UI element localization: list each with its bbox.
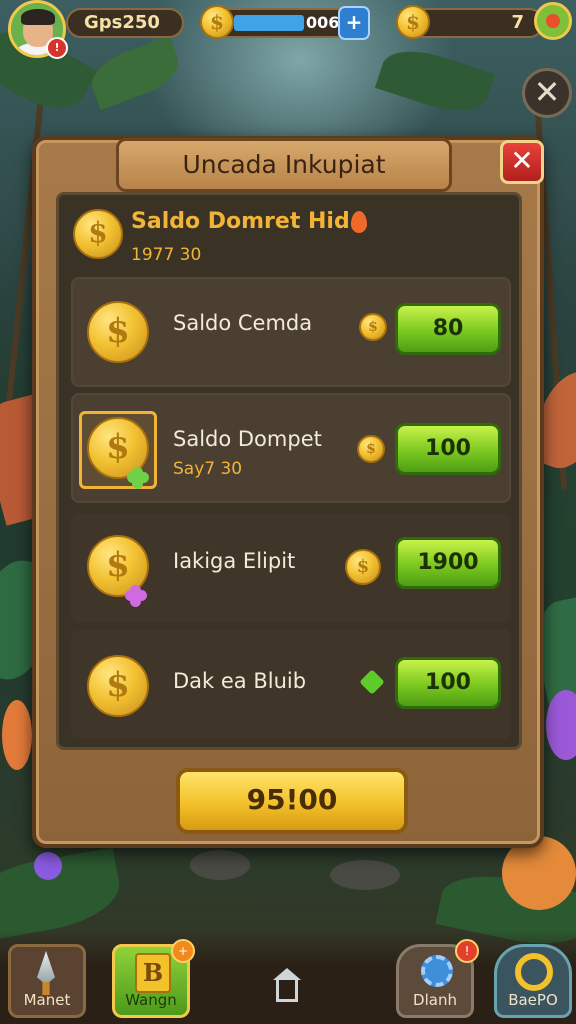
dialog-content: $ Saldo Domret Hid 1977 30 $ Saldo Cemda… [56, 192, 522, 750]
clover-icon [127, 467, 149, 489]
flower [2, 700, 32, 770]
balance-subtitle: 1977 30 [131, 245, 202, 265]
coin-icon: $ [200, 5, 234, 39]
nav-label: Dlanh [413, 991, 457, 1009]
dagger-icon [37, 951, 55, 995]
nav-item-dlanh[interactable]: ! Dlanh [396, 939, 479, 1018]
coin-icon: $ [359, 313, 387, 341]
coins-counter: Gps250 [66, 8, 184, 38]
flower-icon [125, 585, 147, 607]
nav-item-wangn[interactable]: B + Wangn [112, 939, 195, 1018]
nav-notification-badge: + [171, 939, 195, 963]
coins-value: Gps250 [84, 12, 160, 33]
balance-title: Saldo Domret Hid [131, 209, 350, 234]
dialog-title: Uncada Inkupiat [116, 138, 452, 192]
purchase-dialog: Uncada Inkupiat ✕ $ Saldo Domret Hid 197… [32, 136, 544, 848]
shop-row-selected[interactable]: $ Saldo Dompet Say7 30 $ 100 [71, 393, 511, 503]
ring-icon [515, 953, 553, 991]
flame-icon [351, 211, 367, 233]
row-label: Saldo Dompet [173, 427, 322, 451]
coin-icon: $ [357, 435, 385, 463]
avatar-notification-badge: ! [46, 37, 68, 59]
shop-row[interactable]: $ Dak ea Bluib 100 [71, 629, 511, 739]
coin-icon: $ [87, 655, 149, 717]
confirm-purchase-button[interactable]: 95!00 [176, 768, 408, 834]
rock [330, 860, 400, 890]
nav-item-manet[interactable]: Manet [8, 944, 86, 1018]
cog-icon [421, 955, 453, 987]
shop-row[interactable]: $ Saldo Cemda $ 80 [71, 277, 511, 387]
energy-counter: 006 + [214, 6, 370, 40]
dialog-close-button[interactable]: ✕ [500, 140, 544, 184]
row-label: Iakiga Elipit [173, 549, 296, 573]
nav-item-home[interactable] [248, 968, 328, 1016]
coin-icon: $ [396, 5, 430, 39]
top-hud: ! Gps250 006 + $ 7 $ [0, 0, 576, 59]
buy-button[interactable]: 1900 [395, 537, 501, 589]
buy-button[interactable]: 100 [395, 657, 501, 709]
home-icon [273, 968, 301, 1002]
close-icon[interactable]: ✕ [522, 68, 572, 118]
book-icon: B [135, 953, 171, 993]
shop-row[interactable]: $ Iakiga Elipit $ 1900 [71, 513, 511, 623]
nav-notification-badge: ! [455, 939, 479, 963]
flower [34, 852, 62, 880]
row-label: Dak ea Bluib [173, 669, 307, 693]
gem-icon [359, 669, 385, 695]
nav-label: Wangn [125, 991, 177, 1009]
buy-button[interactable]: 80 [395, 303, 501, 355]
balance-header: $ Saldo Domret Hid 1977 30 [73, 205, 513, 275]
gems-value: 7 [511, 12, 524, 33]
settings-gear-icon[interactable] [534, 2, 572, 40]
nav-label: Manet [23, 991, 71, 1009]
coin-icon: $ [87, 301, 149, 363]
row-label: Saldo Cemda [173, 311, 313, 335]
buy-button[interactable]: 100 [395, 423, 501, 475]
rock [190, 850, 250, 880]
nav-label: BaePO [508, 991, 558, 1009]
coin-icon: $ [73, 209, 123, 259]
add-energy-button[interactable]: + [338, 6, 370, 40]
avatar-hair [21, 9, 55, 25]
energy-bar-fill [234, 15, 304, 31]
row-subtitle: Say7 30 [173, 459, 243, 479]
coin-icon: $ [345, 549, 381, 585]
nav-item-baepo[interactable]: BaePO [494, 944, 572, 1018]
